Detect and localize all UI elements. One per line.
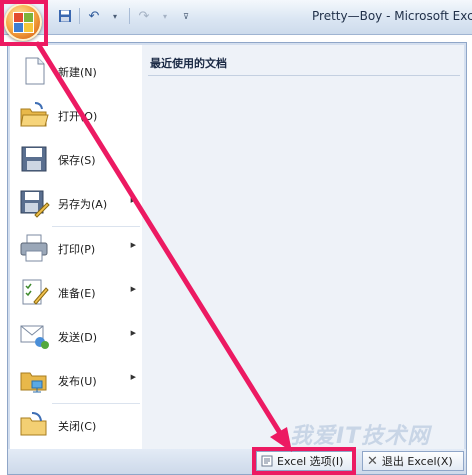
watermark: 我爱IT技术网 bbox=[290, 424, 431, 449]
recent-divider bbox=[148, 75, 460, 76]
toolbar-separator bbox=[79, 8, 80, 24]
publish-icon bbox=[18, 364, 50, 396]
redo-icon[interactable]: ↷ bbox=[135, 7, 153, 25]
close-folder-icon bbox=[18, 409, 50, 441]
prepare-icon bbox=[18, 276, 50, 308]
menu-item-print[interactable]: 打印(P) ▶ bbox=[10, 228, 142, 268]
redo-dropdown-icon[interactable]: ▾ bbox=[156, 7, 174, 25]
submenu-arrow-icon: ▶ bbox=[130, 241, 136, 249]
menu-item-label: 打印(P) bbox=[58, 243, 96, 256]
menu-item-new[interactable]: 新建(N) bbox=[10, 51, 142, 91]
send-icon bbox=[18, 320, 50, 352]
menu-item-open[interactable]: 打开(O) bbox=[10, 95, 142, 135]
menu-item-close[interactable]: 关闭(C) bbox=[10, 405, 142, 445]
window-title: Pretty—Boy - Microsoft Excel bbox=[312, 9, 472, 23]
office-menu-footer: Excel 选项(I) ✕ 退出 Excel(X) bbox=[8, 449, 466, 474]
menu-item-prepare[interactable]: 准备(E) ▶ bbox=[10, 272, 142, 312]
toolbar-separator bbox=[129, 8, 130, 24]
open-folder-icon bbox=[18, 99, 50, 131]
submenu-arrow-icon: ▶ bbox=[130, 373, 136, 381]
save-disk-icon bbox=[18, 143, 50, 175]
menu-item-label: 关闭(C) bbox=[58, 420, 97, 433]
excel-options-highlight bbox=[252, 447, 356, 475]
submenu-arrow-icon: ▶ bbox=[130, 329, 136, 337]
recent-documents-pane: 最近使用的文档 bbox=[142, 45, 464, 449]
customize-qat-icon[interactable]: ⊽ bbox=[177, 7, 195, 25]
recent-documents-title: 最近使用的文档 bbox=[150, 57, 227, 70]
save-as-icon bbox=[18, 187, 50, 219]
exit-excel-label: 退出 Excel(X) bbox=[381, 455, 453, 468]
menu-divider bbox=[52, 403, 140, 404]
menu-item-save[interactable]: 保存(S) bbox=[10, 139, 142, 179]
office-menu: 新建(N) 打开(O) 保存(S) 另存为(A) ▶ 打印(P) ▶ 准备(E)… bbox=[7, 42, 467, 475]
menu-item-label: 保存(S) bbox=[58, 154, 96, 167]
office-menu-commands: 新建(N) 打开(O) 保存(S) 另存为(A) ▶ 打印(P) ▶ 准备(E)… bbox=[10, 45, 143, 449]
undo-icon[interactable]: ↶ bbox=[85, 7, 103, 25]
office-button-highlight bbox=[0, 0, 48, 46]
menu-item-publish[interactable]: 发布(U) ▶ bbox=[10, 360, 142, 400]
menu-item-label: 准备(E) bbox=[58, 287, 96, 300]
menu-item-label: 发布(U) bbox=[58, 375, 97, 388]
menu-item-send[interactable]: 发送(D) ▶ bbox=[10, 316, 142, 356]
submenu-arrow-icon: ▶ bbox=[130, 285, 136, 293]
undo-dropdown-icon[interactable]: ▾ bbox=[106, 7, 124, 25]
menu-item-label: 新建(N) bbox=[58, 66, 97, 79]
menu-item-label: 发送(D) bbox=[58, 331, 98, 344]
save-icon[interactable] bbox=[56, 7, 74, 25]
submenu-arrow-icon: ▶ bbox=[130, 196, 136, 204]
menu-item-save-as[interactable]: 另存为(A) ▶ bbox=[10, 183, 142, 223]
title-bar: ↶ ▾ ↷ ▾ ⊽ Pretty—Boy - Microsoft Excel bbox=[0, 0, 472, 35]
quick-access-toolbar: ↶ ▾ ↷ ▾ ⊽ bbox=[56, 7, 195, 25]
new-document-icon bbox=[18, 55, 50, 87]
menu-item-label: 打开(O) bbox=[58, 110, 98, 123]
printer-icon bbox=[18, 232, 50, 264]
exit-icon: ✕ bbox=[367, 453, 378, 469]
menu-item-label: 另存为(A) bbox=[58, 198, 108, 211]
menu-divider bbox=[52, 226, 140, 227]
exit-excel-button[interactable]: ✕ 退出 Excel(X) bbox=[362, 451, 464, 471]
